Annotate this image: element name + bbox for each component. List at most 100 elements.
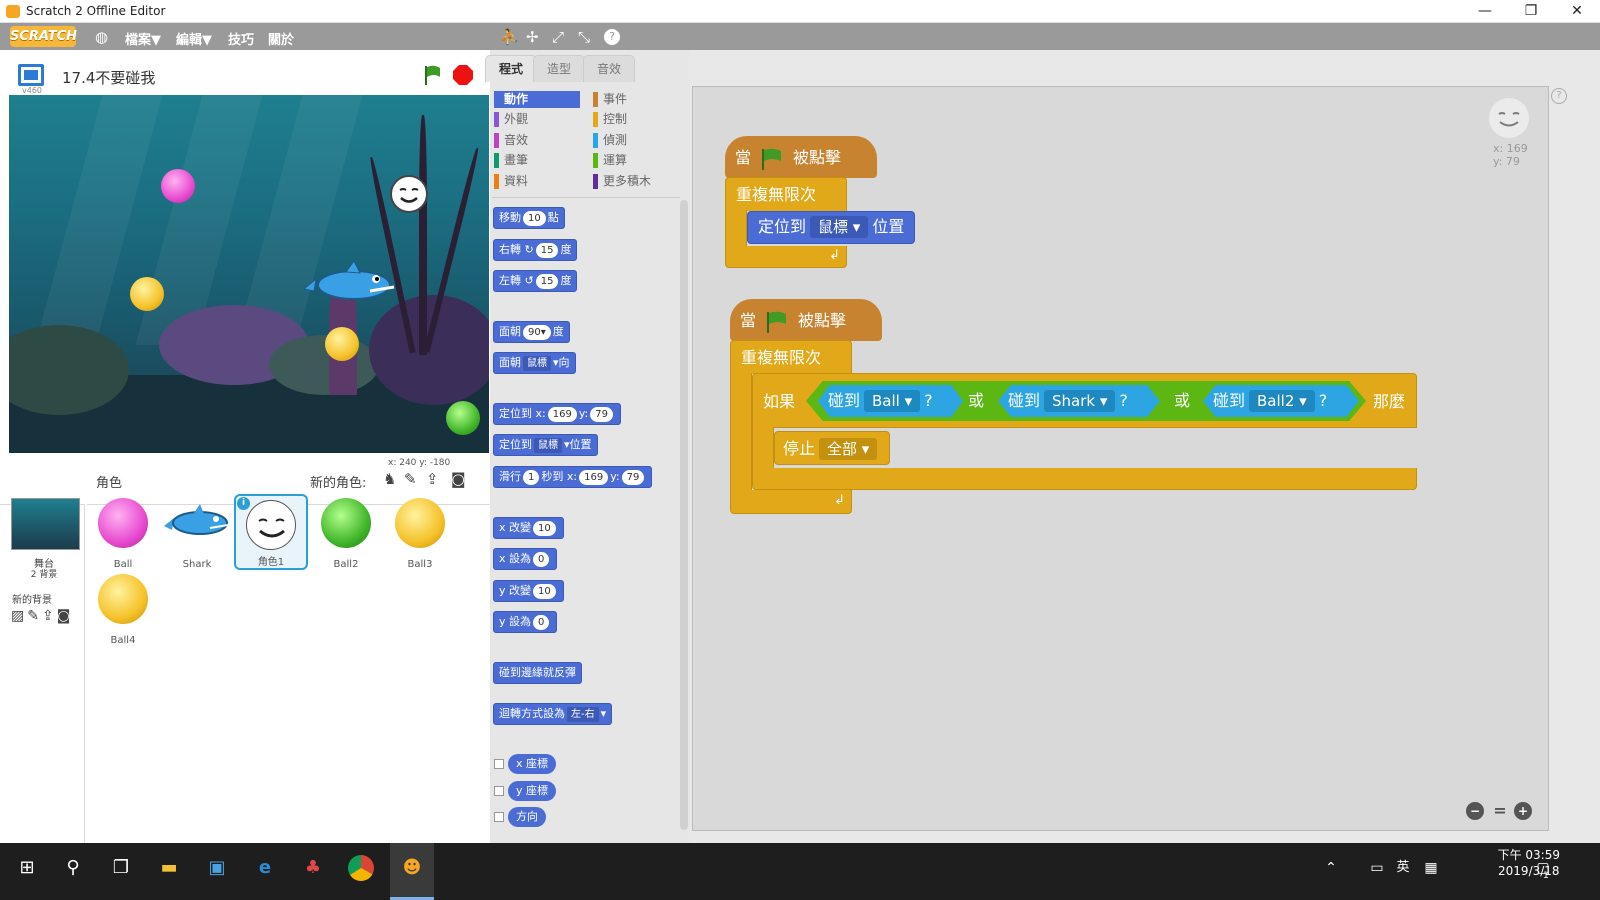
script1-forever[interactable]: 重複無限次 xyxy=(725,177,847,211)
block-turn-right[interactable]: 右轉 ↻ 15 度 xyxy=(493,239,578,261)
windows-start-icon[interactable]: ⊞ xyxy=(14,855,40,881)
menu-file[interactable]: 檔案▼ xyxy=(125,29,161,48)
category-motion[interactable]: 動作 xyxy=(494,91,580,108)
category-sensing[interactable]: 偵測 xyxy=(593,132,679,149)
zoom-reset-icon[interactable]: = xyxy=(1491,802,1509,820)
stage-ball2[interactable] xyxy=(446,401,480,435)
script2-when-flag-clicked[interactable]: 當被點擊 xyxy=(730,299,882,341)
menu-edit[interactable]: 編輯▼ xyxy=(176,29,212,48)
menu-tips[interactable]: 技巧 xyxy=(228,29,254,48)
block-goto-xy[interactable]: 定位到 x: 169 y: 79 xyxy=(493,403,621,425)
category-more-blocks[interactable]: 更多積木 xyxy=(593,173,679,190)
new-backdrop-icons[interactable]: ▨✎⇪◙ xyxy=(11,608,73,624)
green-flag-icon[interactable] xyxy=(422,64,444,86)
shrink-icon[interactable]: ⤡ xyxy=(578,28,590,46)
maximize-button[interactable]: ❐ xyxy=(1508,0,1554,23)
upload-sprite-icon[interactable]: ⇪ xyxy=(426,470,439,488)
block-change-y[interactable]: y 改變 10 xyxy=(493,580,564,602)
search-icon[interactable]: ⚲ xyxy=(60,855,86,881)
ime-indicator[interactable]: 英 xyxy=(1390,855,1416,881)
category-looks[interactable]: 外觀 xyxy=(494,111,580,128)
globe-icon[interactable]: ◍ xyxy=(95,28,108,46)
scratch-logo[interactable]: SCRATCH xyxy=(10,26,77,47)
stop-block[interactable]: 停止 全部 ▾ xyxy=(774,431,891,465)
stage-ball[interactable] xyxy=(161,169,195,203)
category-operators[interactable]: 運算 xyxy=(593,152,679,169)
sprite-thumb-ball[interactable]: Ball xyxy=(86,494,160,570)
sprite-thumb-ball2[interactable]: Ball2 xyxy=(309,494,383,570)
touching-shark[interactable]: 碰到 Shark ▾? xyxy=(998,385,1160,417)
reporter-y-position[interactable]: y 座標 xyxy=(508,781,557,801)
keyboard-icon[interactable]: ▦ xyxy=(1418,855,1444,881)
fullscreen-icon[interactable] xyxy=(18,64,44,86)
grow-icon[interactable]: ⤢ xyxy=(552,28,564,46)
zoom-out-icon[interactable]: − xyxy=(1466,802,1484,820)
zoom-in-icon[interactable]: + xyxy=(1514,802,1532,820)
checkbox-direction[interactable] xyxy=(494,812,504,822)
block-rotation-style[interactable]: 迴轉方式設為 左-右 ▾ xyxy=(493,703,613,725)
block-set-y[interactable]: y 設為 0 xyxy=(493,611,558,633)
sprite-thumb-ball3[interactable]: Ball3 xyxy=(383,494,457,570)
stage-ball3[interactable] xyxy=(130,277,164,311)
block-set-x[interactable]: x 設為 0 xyxy=(493,548,558,570)
touching-ball2[interactable]: 碰到 Ball2 ▾? xyxy=(1203,385,1359,417)
duplicate-icon[interactable]: ⛹ xyxy=(500,28,519,46)
stage-canvas[interactable] xyxy=(9,95,489,453)
chevron-up-icon[interactable]: ⌃ xyxy=(1318,855,1344,881)
tab-costumes[interactable]: 造型 xyxy=(533,55,585,82)
scratch-taskbar-icon[interactable]: ☻ xyxy=(390,843,434,900)
block-change-x[interactable]: x 改變 10 xyxy=(493,517,564,539)
sprite-thumb-shark[interactable]: Shark xyxy=(160,494,234,570)
sprite-thumb-character1[interactable]: i 角色1 xyxy=(234,494,308,570)
block-point-towards[interactable]: 面朝 鼠標 ▾向 xyxy=(493,352,576,374)
reporter-x-position[interactable]: x 座標 xyxy=(508,754,557,774)
checkbox-x-position[interactable] xyxy=(494,759,504,769)
project-title[interactable]: 17.4不要碰我 xyxy=(62,67,155,88)
stop-icon[interactable] xyxy=(452,64,474,86)
category-control[interactable]: 控制 xyxy=(593,111,679,128)
touching-ball[interactable]: 碰到 Ball ▾? xyxy=(818,385,963,417)
file-explorer-icon[interactable]: ▬ xyxy=(156,855,182,881)
tab-scripts[interactable]: 程式 xyxy=(485,55,537,82)
edge-icon[interactable]: e xyxy=(252,855,278,881)
block-goto[interactable]: 定位到 鼠標 ▾位置 xyxy=(493,434,598,456)
app-icon-red[interactable]: ♣ xyxy=(300,855,326,881)
camera-sprite-icon[interactable]: ◙ xyxy=(451,470,466,488)
store-icon[interactable]: ▣ xyxy=(204,855,230,881)
help-icon[interactable]: ? xyxy=(604,29,620,45)
chrome-icon[interactable] xyxy=(348,855,374,881)
stage-ball4[interactable] xyxy=(325,327,359,361)
paint-sprite-icon[interactable]: ✎ xyxy=(404,470,417,488)
stage-smiley-sprite[interactable] xyxy=(390,175,428,213)
script1-goto[interactable]: 定位到 鼠標 ▾ 位置 xyxy=(747,211,916,244)
cut-icon[interactable]: ✢ xyxy=(526,28,539,46)
help-tab-icon[interactable]: ? xyxy=(1551,88,1567,104)
sprite-thumb-ball4[interactable]: Ball4 xyxy=(86,570,160,646)
category-events[interactable]: 事件 xyxy=(593,91,679,108)
menu-about[interactable]: 關於 xyxy=(268,29,294,48)
block-point-direction[interactable]: 面朝 90▾ 度 xyxy=(493,321,570,343)
choose-sprite-icon[interactable]: ♞ xyxy=(383,470,396,488)
task-view-icon[interactable]: ❐ xyxy=(108,855,134,881)
category-sound[interactable]: 音效 xyxy=(494,132,580,149)
category-pen[interactable]: 畫筆 xyxy=(494,152,580,169)
block-glide[interactable]: 滑行 1 秒到 x: 169 y: 79 xyxy=(493,466,653,488)
checkbox-y-position[interactable] xyxy=(494,786,504,796)
script1-when-flag-clicked[interactable]: 當被點擊 xyxy=(725,136,877,178)
reporter-direction[interactable]: 方向 xyxy=(508,807,546,827)
block-move[interactable]: 移動 10 點 xyxy=(493,207,565,229)
tab-sounds[interactable]: 音效 xyxy=(583,55,635,82)
stage-shark-sprite[interactable] xyxy=(302,260,398,305)
category-data[interactable]: 資料 xyxy=(494,173,580,190)
block-bounce[interactable]: 碰到邊緣就反彈 xyxy=(493,662,582,684)
sprite-x: x: 169 xyxy=(1493,142,1528,155)
close-button[interactable]: ✕ xyxy=(1554,0,1600,23)
block-turn-left[interactable]: 左轉 ↺ 15 度 xyxy=(493,270,578,292)
network-icon[interactable]: ▭ xyxy=(1364,855,1390,881)
minimize-button[interactable]: — xyxy=(1462,0,1508,23)
palette-scrollbar[interactable] xyxy=(680,200,688,830)
notification-icon[interactable]: ▢ 1 xyxy=(1530,855,1556,881)
stage-thumbnail[interactable] xyxy=(11,498,80,550)
info-icon[interactable]: i xyxy=(237,497,250,510)
script2-forever[interactable]: 重複無限次 xyxy=(730,340,852,374)
